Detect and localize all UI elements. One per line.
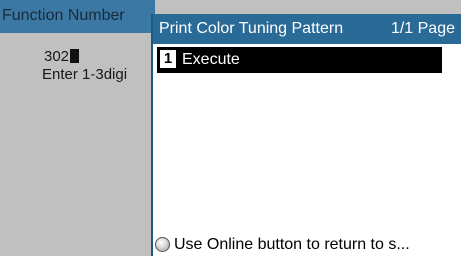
entry-hint: Enter 1-3digi bbox=[42, 66, 128, 83]
function-number-field[interactable]: 302 bbox=[44, 48, 80, 65]
text-cursor-icon bbox=[70, 49, 80, 63]
menu-header: Print Color Tuning Pattern 1/1 Page bbox=[153, 14, 461, 44]
footer-hint-text: Use Online button to return to s... bbox=[174, 236, 410, 253]
online-button-icon bbox=[155, 237, 170, 252]
menu-title: Print Color Tuning Pattern bbox=[159, 20, 344, 37]
menu-window: Print Color Tuning Pattern 1/1 Page 1 Exe… bbox=[151, 14, 461, 256]
printer-panel-screen: Function Number 302 Enter 1-3digi Print … bbox=[0, 0, 461, 256]
footer-hint: Use Online button to return to s... bbox=[155, 234, 461, 256]
menu-item-label: Execute bbox=[182, 51, 240, 68]
background-title: Function Number bbox=[2, 7, 125, 24]
page-indicator: 1/1 Page bbox=[390, 20, 455, 37]
background-title-bar: Function Number bbox=[0, 0, 155, 33]
item-number-badge: 1 bbox=[160, 50, 176, 68]
function-number-value: 302 bbox=[44, 48, 70, 65]
menu-item-execute[interactable]: 1 Execute bbox=[157, 47, 442, 73]
